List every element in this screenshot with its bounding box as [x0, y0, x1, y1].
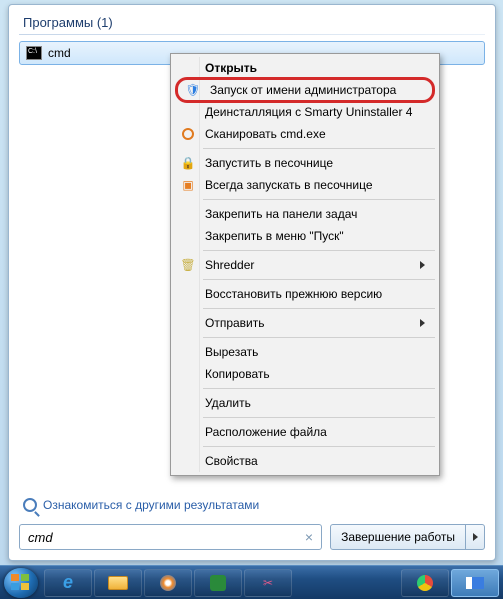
context-menu: Открыть 🛡 Запуск от имени администратора…	[170, 53, 440, 476]
taskbar-mediacenter[interactable]	[194, 569, 242, 597]
ctx-properties[interactable]: Свойства	[173, 450, 437, 472]
see-more-label: Ознакомиться с другими результатами	[43, 498, 259, 512]
scan-icon	[182, 128, 194, 140]
chevron-right-icon	[473, 533, 478, 541]
separator	[203, 199, 435, 200]
shutdown-label: Завершение работы	[331, 525, 465, 549]
separator	[203, 388, 435, 389]
ctx-run-as-admin[interactable]: 🛡 Запуск от имени администратора	[175, 77, 435, 103]
programs-header: Программы (1)	[19, 13, 485, 34]
ctx-open-location[interactable]: Расположение файла	[173, 421, 437, 443]
ctx-send-to[interactable]: Отправить	[173, 312, 437, 334]
scissors-icon: ✂	[263, 576, 273, 590]
ctx-scan-cmd[interactable]: Сканировать cmd.exe	[173, 123, 437, 145]
chevron-right-icon	[420, 261, 425, 269]
separator	[203, 417, 435, 418]
cmd-icon	[26, 46, 42, 60]
mediacenter-icon	[210, 575, 226, 591]
magnifier-icon	[23, 498, 37, 512]
ctx-pin-taskbar[interactable]: Закрепить на панели задач	[173, 203, 437, 225]
separator	[203, 446, 435, 447]
ctx-uninstall-smarty[interactable]: Деинсталляция с Smarty Uninstaller 4	[173, 101, 437, 123]
taskbar-explorer[interactable]	[94, 569, 142, 597]
divider	[19, 34, 485, 35]
search-input[interactable]	[28, 530, 301, 545]
shutdown-button[interactable]: Завершение работы	[330, 524, 485, 550]
taskbar-chrome[interactable]	[401, 569, 449, 597]
taskbar-ie[interactable]: e	[44, 569, 92, 597]
folder-icon	[108, 576, 128, 590]
separator	[203, 250, 435, 251]
ctx-pin-start[interactable]: Закрепить в меню "Пуск"	[173, 225, 437, 247]
ctx-restore-previous[interactable]: Восстановить прежнюю версию	[173, 283, 437, 305]
separator	[203, 308, 435, 309]
taskbar-wmp[interactable]	[144, 569, 192, 597]
search-box[interactable]: ×	[19, 524, 322, 550]
ctx-always-sandbox[interactable]: ▣ Всегда запускать в песочнице	[173, 174, 437, 196]
shutdown-options-button[interactable]	[466, 525, 484, 549]
shield-icon: 🛡	[185, 84, 200, 96]
ctx-delete[interactable]: Удалить	[173, 392, 437, 414]
taskbar: e ✂	[0, 565, 503, 599]
ctx-open[interactable]: Открыть	[173, 57, 437, 79]
chrome-icon	[417, 575, 433, 591]
lock-icon: 🔒	[181, 157, 196, 169]
taskbar-manager[interactable]	[451, 569, 499, 597]
ctx-copy[interactable]: Копировать	[173, 363, 437, 385]
wmp-icon	[160, 575, 176, 591]
start-button[interactable]	[4, 568, 38, 598]
sandbox-icon: ▣	[182, 179, 193, 191]
separator	[203, 279, 435, 280]
chevron-right-icon	[420, 319, 425, 327]
clear-search-button[interactable]: ×	[301, 529, 317, 545]
result-label: cmd	[48, 46, 71, 60]
separator	[203, 337, 435, 338]
manager-icon	[466, 577, 484, 589]
ie-icon: e	[63, 572, 73, 593]
ctx-shredder[interactable]: 🗑 Shredder	[173, 254, 437, 276]
see-more-results-link[interactable]: Ознакомиться с другими результатами	[19, 492, 485, 518]
taskbar-snip[interactable]: ✂	[244, 569, 292, 597]
shredder-icon: 🗑	[180, 259, 195, 271]
ctx-run-sandbox[interactable]: 🔒 Запустить в песочнице	[173, 152, 437, 174]
separator	[203, 148, 435, 149]
ctx-cut[interactable]: Вырезать	[173, 341, 437, 363]
